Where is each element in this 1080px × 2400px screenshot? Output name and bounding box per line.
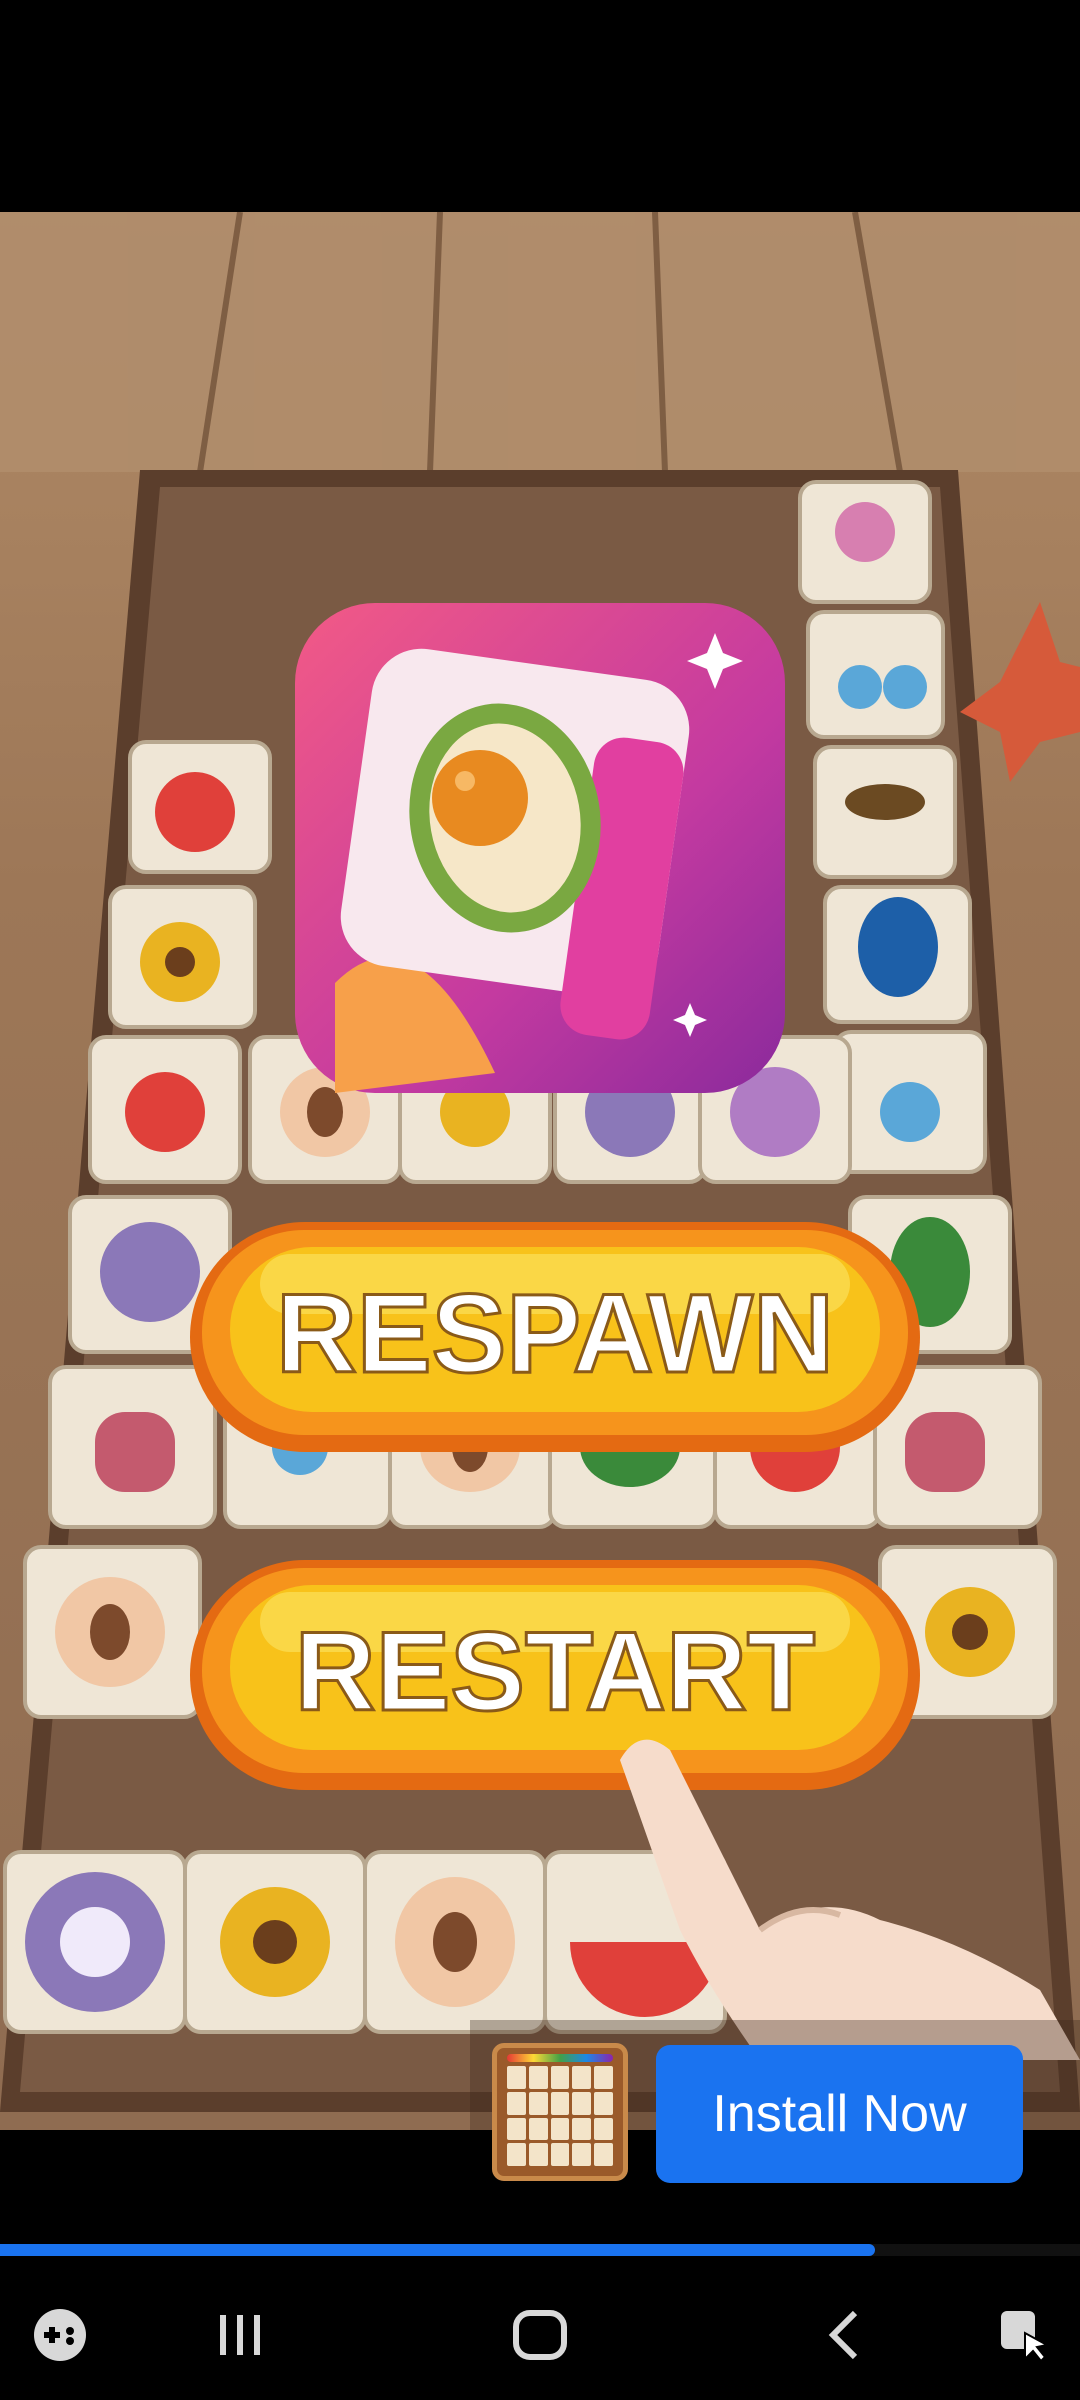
ad-icon-tiles xyxy=(507,2066,613,2166)
recent-apps-icon[interactable] xyxy=(200,2270,280,2400)
home-icon[interactable] xyxy=(500,2270,580,2400)
video-progress-bar[interactable] xyxy=(0,2244,1080,2256)
install-now-button[interactable]: Install Now xyxy=(656,2045,1023,2183)
system-navigation-bar xyxy=(0,2270,1080,2400)
restart-label: RESTART xyxy=(295,1609,816,1734)
ad-app-icon[interactable] xyxy=(492,2043,628,2181)
respawn-button-shape: RESPAWN xyxy=(190,1222,920,1452)
back-icon[interactable] xyxy=(805,2270,885,2400)
pointing-hand-icon xyxy=(620,1739,1080,2060)
app-logo-icon xyxy=(295,603,785,1093)
respawn-button[interactable]: RESPAWN xyxy=(190,1222,920,1452)
ad-icon-rainbow xyxy=(507,2054,613,2062)
gamepad-icon[interactable] xyxy=(20,2270,100,2400)
video-progress-fill xyxy=(0,2244,875,2256)
respawn-label: RESPAWN xyxy=(276,1271,834,1396)
wood-planks xyxy=(0,212,1080,473)
screenshot-cursor-icon[interactable] xyxy=(985,2270,1065,2400)
